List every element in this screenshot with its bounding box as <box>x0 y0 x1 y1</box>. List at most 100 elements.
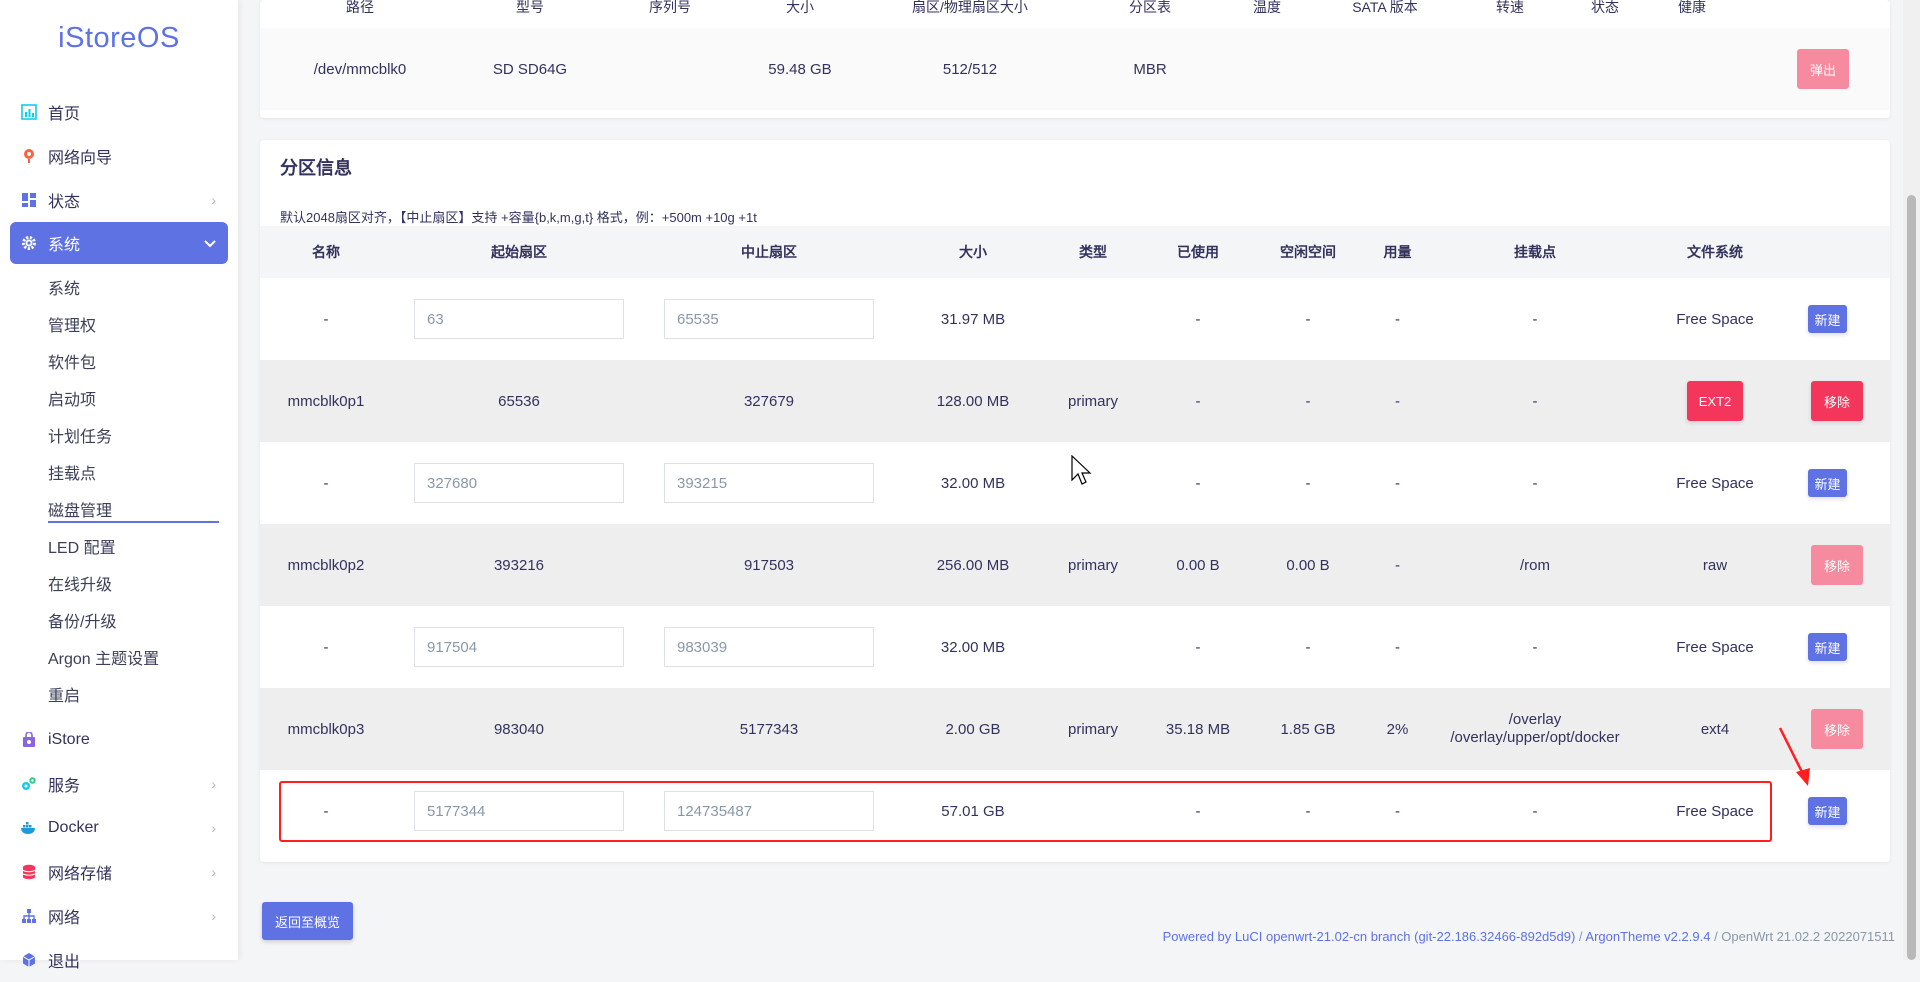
database-icon <box>20 863 38 881</box>
annotation-arrow-icon <box>1778 727 1810 786</box>
sidebar-item-home[interactable]: 首页 <box>0 90 238 134</box>
partition-filesystem: raw <box>1702 556 1728 574</box>
sidebar-item-status[interactable]: 状态 › <box>0 178 238 222</box>
sub-item-backup[interactable]: 备份/升级 <box>0 601 238 638</box>
highlight-box <box>279 781 1772 842</box>
partition-size: 256.00 MB <box>936 556 1010 574</box>
partition-usage: 2% <box>1386 720 1409 738</box>
partition-filesystem: Free Space <box>1676 474 1754 492</box>
mouse-cursor-icon <box>1071 455 1092 485</box>
partition-free: - <box>1305 310 1311 328</box>
sub-item-startup[interactable]: 启动项 <box>0 379 238 416</box>
system-submenu: 系统 管理权 软件包 启动项 计划任务 挂载点 磁盘管理 LED 配置 在线升级… <box>0 264 238 718</box>
table-row: - 917504 983039 32.00 MB - - - - Free Sp… <box>260 606 1890 689</box>
new-partition-button[interactable]: 新建 <box>1808 305 1847 333</box>
sub-item-disk-manager[interactable]: 磁盘管理 <box>0 490 238 527</box>
brand-logo[interactable]: iStoreOS <box>0 22 238 55</box>
end-sector-input[interactable]: 393215 <box>664 463 874 503</box>
sidebar-item-istore[interactable]: iStore <box>0 718 238 762</box>
nav-menu: 首页 网络向导 状态 › 系统 系统 管理权 软件包 启动项 计划任务 挂载点 … <box>0 90 238 982</box>
network-icon <box>20 907 38 925</box>
sidebar-item-label: Docker <box>48 819 99 836</box>
partition-filesystem: Free Space <box>1676 310 1754 328</box>
chevron-right-icon: › <box>211 864 216 880</box>
end-sector: 917503 <box>743 556 795 574</box>
partition-used: 35.18 MB <box>1165 720 1231 738</box>
sidebar-item-system[interactable]: 系统 <box>10 222 228 264</box>
new-partition-button[interactable]: 新建 <box>1808 797 1847 825</box>
sub-item-online-upgrade[interactable]: 在线升级 <box>0 564 238 601</box>
disk-row: /dev/mmcblk0 SD SD64G 59.48 GB 512/512 M… <box>260 28 1890 110</box>
format-ext2-button[interactable]: EXT2 <box>1687 381 1743 421</box>
eject-button[interactable]: 弹出 <box>1797 49 1849 89</box>
sub-item-packages[interactable]: 软件包 <box>0 342 238 379</box>
col-header-type: 类型 <box>1079 244 1107 260</box>
new-partition-button[interactable]: 新建 <box>1808 633 1847 661</box>
partition-mount-points: /overlay /overlay/upper/opt/docker <box>1435 688 1635 770</box>
col-header-mount: 挂载点 <box>1514 244 1556 260</box>
disk-sector-size: 512/512 <box>942 60 998 78</box>
sub-item-led[interactable]: LED 配置 <box>0 527 238 564</box>
partition-used: - <box>1195 392 1201 410</box>
sidebar-item-label: iStore <box>48 731 90 748</box>
footer: Powered by LuCI openwrt-21.02-cn branch … <box>1163 929 1895 944</box>
col-header-path: 路径 <box>346 0 374 15</box>
table-row: mmcblk0p3 983040 5177343 2.00 GB primary… <box>260 688 1890 771</box>
sidebar-item-wizard[interactable]: 网络向导 <box>0 134 238 178</box>
footer-separator: / <box>1575 929 1586 944</box>
end-sector-input[interactable]: 983039 <box>664 627 874 667</box>
partition-size: 31.97 MB <box>940 310 1006 328</box>
table-row: mmcblk0p2 393216 917503 256.00 MB primar… <box>260 524 1890 607</box>
partition-mount: - <box>1532 392 1538 410</box>
partition-used: - <box>1195 638 1201 656</box>
table-row: - 63 65535 31.97 MB - - - - Free Space 新… <box>260 278 1890 361</box>
partition-name: - <box>323 474 329 492</box>
sub-item-admin[interactable]: 管理权 <box>0 305 238 342</box>
partition-used: - <box>1195 310 1201 328</box>
start-sector-input[interactable]: 327680 <box>414 463 624 503</box>
remove-partition-button[interactable]: 移除 <box>1811 545 1863 585</box>
sidebar-item-label: 系统 <box>48 237 81 254</box>
sidebar-item-logout[interactable]: 退出 <box>0 938 238 982</box>
sidebar-item-network[interactable]: 网络 › <box>0 894 238 938</box>
back-to-overview-button[interactable]: 返回至概览 <box>262 902 353 940</box>
partition-used: - <box>1195 474 1201 492</box>
col-header-sata: SATA 版本 <box>1352 0 1418 15</box>
partition-type: primary <box>1067 720 1118 738</box>
col-header-usage: 用量 <box>1383 244 1412 260</box>
wizard-icon <box>20 147 38 165</box>
sub-item-argon[interactable]: Argon 主题设置 <box>0 638 238 675</box>
scrollbar-thumb[interactable] <box>1907 195 1916 960</box>
sidebar-item-label: 网络存储 <box>48 866 113 883</box>
sub-item-cron[interactable]: 计划任务 <box>0 416 238 453</box>
col-header-start: 起始扇区 <box>491 244 547 260</box>
sidebar-item-label: 首页 <box>48 106 81 123</box>
chevron-right-icon: › <box>211 776 216 792</box>
sub-item-mounts[interactable]: 挂载点 <box>0 453 238 490</box>
start-sector-input[interactable]: 63 <box>414 299 624 339</box>
partition-name: mmcblk0p2 <box>287 556 365 574</box>
start-sector-input[interactable]: 917504 <box>414 627 624 667</box>
sidebar-item-services[interactable]: 服务 › <box>0 762 238 806</box>
partition-size: 32.00 MB <box>940 638 1006 656</box>
end-sector-input[interactable]: 65535 <box>664 299 874 339</box>
col-header-rpm: 转速 <box>1496 0 1524 15</box>
argon-theme-link[interactable]: ArgonTheme v2.2.9.4 <box>1585 929 1710 944</box>
remove-partition-button[interactable]: 移除 <box>1811 381 1863 421</box>
sub-item-reboot[interactable]: 重启 <box>0 675 238 712</box>
sidebar-item-docker[interactable]: Docker › <box>0 806 238 850</box>
partition-usage: - <box>1395 556 1400 574</box>
sidebar-item-label: 服务 <box>48 778 81 795</box>
new-partition-button[interactable]: 新建 <box>1808 469 1847 497</box>
luci-link[interactable]: Powered by LuCI openwrt-21.02-cn branch … <box>1163 929 1576 944</box>
partition-usage: - <box>1395 310 1400 328</box>
disk-table-header: 路径 型号 序列号 大小 扇区/物理扇区大小 分区表 温度 SATA 版本 转速… <box>260 0 1890 29</box>
sidebar-item-nas[interactable]: 网络存储 › <box>0 850 238 894</box>
sub-item-system[interactable]: 系统 <box>0 268 238 305</box>
services-icon <box>20 775 38 793</box>
page-scrollbar[interactable] <box>1903 0 1920 960</box>
docker-icon <box>20 819 38 837</box>
alignment-note: 默认2048扇区对齐，【中止扇区】支持 +容量{b,k,m,g,t} 格式，例：… <box>280 210 757 225</box>
remove-partition-button[interactable]: 移除 <box>1811 709 1863 749</box>
end-sector: 327679 <box>743 392 795 410</box>
